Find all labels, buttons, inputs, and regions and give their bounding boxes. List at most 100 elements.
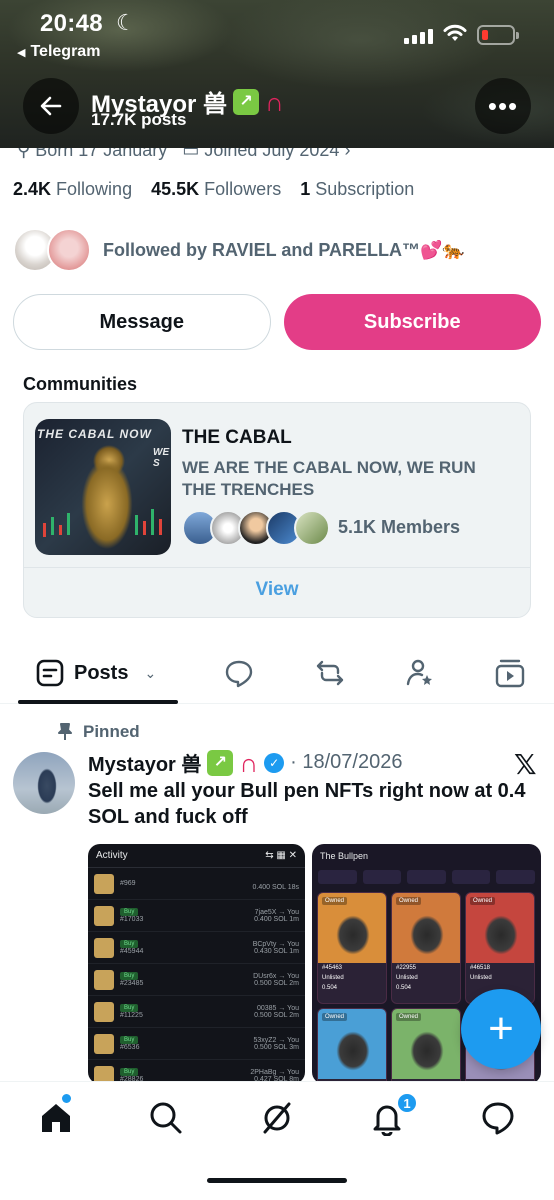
- verified-badge-icon: ✓: [264, 752, 285, 773]
- tweet-author-avatar[interactable]: [13, 752, 75, 814]
- nft-thumbnail: [94, 969, 114, 990]
- grok-icon[interactable]: [259, 1100, 295, 1136]
- activity-row: Buy #6536 53xyZ2 → You 0.500 SOL 3m: [88, 1028, 305, 1060]
- activity-time: 1m: [289, 915, 299, 923]
- nft-card[interactable]: Owned #45463 Unlisted 0.504: [317, 892, 387, 1004]
- tab-replies-icon[interactable]: [224, 658, 254, 688]
- activity-nft-id: #969: [120, 880, 136, 887]
- nft-thumbnail: [94, 937, 114, 958]
- community-card[interactable]: THE CABAL NOW WE S THE CABAL WE ARE THE …: [23, 402, 531, 618]
- buy-tag: Buy: [120, 1036, 139, 1044]
- tab-reposts-icon[interactable]: [315, 658, 345, 688]
- activity-row-right: 00385 → You 0.500 SOL 2m: [254, 1005, 299, 1019]
- activity-user: 2PHaBg → You: [250, 1068, 299, 1076]
- more-options-button[interactable]: •••: [475, 78, 531, 134]
- following-label: Following: [56, 179, 133, 199]
- activity-price: 0.430 SOL: [254, 947, 288, 955]
- card-divider: [24, 567, 530, 568]
- pinned-text: Pinned: [83, 722, 140, 741]
- activity-price: 0.400 SOL: [252, 883, 286, 891]
- header-posts-count: 17.7K posts: [91, 110, 187, 129]
- tab-posts[interactable]: Posts ⌄: [18, 642, 178, 704]
- activity-row-right: BCpVty → You 0.430 SOL 1m: [253, 941, 299, 955]
- activity-list: #969 0.400 SOL 18s Buy #17033 7jae5X → You 0.…: [88, 868, 305, 1084]
- tweet-text: Sell me all your Bull pen NFTs right now…: [88, 780, 526, 828]
- followers-label: Followers: [204, 179, 282, 199]
- notifications-badge: 1: [396, 1092, 418, 1114]
- tweet-author-name[interactable]: Mystayor 兽: [88, 748, 201, 777]
- activity-time: 2m: [289, 979, 299, 987]
- nft-thumbnail: [94, 873, 114, 894]
- home-icon[interactable]: [38, 1100, 74, 1136]
- back-button[interactable]: [23, 78, 79, 134]
- activity-row-right: 53xyZ2 → You 0.500 SOL 3m: [253, 1037, 299, 1051]
- community-image-caption-2: WE S: [153, 447, 170, 469]
- communities-heading: Communities: [23, 374, 138, 394]
- activity-controls: ⇆ ▦ ✕: [265, 850, 297, 861]
- activity-user: BCpVty → You: [252, 940, 299, 948]
- view-community-link[interactable]: View: [24, 579, 530, 601]
- search-icon[interactable]: [148, 1100, 184, 1136]
- activity-row: Buy #17033 7jae5X → You 0.400 SOL 1m: [88, 900, 305, 932]
- activity-row: Buy #45944 BCpVty → You 0.430 SOL 1m: [88, 932, 305, 964]
- chart-emoji-icon: ↗: [207, 749, 234, 776]
- pin-icon: [58, 723, 72, 740]
- subscriptions-link[interactable]: 1 Subscription: [300, 179, 414, 199]
- profile-stats: 2.4K Following 45.5K Followers 1 Subscri…: [13, 179, 414, 200]
- tab-media-icon[interactable]: [495, 658, 525, 688]
- nft-price: 0.504: [322, 985, 338, 991]
- nft-thumbnail: [94, 1033, 114, 1054]
- followers-link[interactable]: 45.5K Followers: [151, 179, 281, 199]
- community-name: THE CABAL: [182, 427, 292, 448]
- nft-card[interactable]: Owned: [391, 1008, 461, 1084]
- home-indicator: [207, 1178, 347, 1183]
- compose-post-button[interactable]: +: [461, 989, 541, 1069]
- nft-status: Unlisted: [470, 975, 492, 981]
- tweet-date[interactable]: · 18/07/2026: [290, 751, 402, 774]
- activity-row-info: Buy #23485: [120, 972, 253, 987]
- nft-card[interactable]: Owned #46518 Unlisted: [465, 892, 535, 1004]
- profile-actions: Message Subscribe: [13, 294, 541, 350]
- activity-nft-id: #11225: [120, 1012, 143, 1019]
- activity-price: 0.500 SOL: [254, 979, 288, 987]
- followed-by-text: Followed by RAVIEL and PARELLA™💕🐅: [103, 239, 465, 260]
- activity-row-info: Buy #11225: [120, 1004, 254, 1019]
- message-button[interactable]: Message: [13, 294, 271, 350]
- battery-icon: [477, 25, 519, 45]
- profile-tabs: Posts ⌄: [0, 642, 554, 704]
- activity-user: 00385 → You: [256, 1004, 299, 1012]
- back-to-app-link[interactable]: ◀ Telegram: [17, 43, 100, 61]
- magnet-emoji-icon: ∩: [265, 86, 284, 117]
- activity-row-right: 0.400 SOL 18s: [253, 877, 299, 891]
- nft-card[interactable]: Owned #22955 Unlisted 0.504: [391, 892, 461, 1004]
- activity-time: 1m: [289, 947, 299, 955]
- buy-tag: Buy: [120, 940, 139, 948]
- activity-title: Activity: [96, 850, 128, 861]
- community-image-caption: THE CABAL NOW: [37, 427, 152, 441]
- followed-by[interactable]: Followed by RAVIEL and PARELLA™💕🐅: [13, 228, 465, 272]
- owned-tag: Owned: [322, 897, 348, 905]
- tab-highlights-icon[interactable]: [405, 658, 435, 688]
- x-logo-icon: 𝕏: [514, 749, 537, 780]
- buy-tag: Buy: [120, 1068, 139, 1076]
- messages-icon[interactable]: [480, 1100, 516, 1136]
- member-avatars: [182, 510, 330, 546]
- more-icon: •••: [487, 90, 519, 121]
- buy-tag: Buy: [120, 908, 139, 916]
- bullpen-title: The Bullpen: [320, 851, 369, 861]
- following-link[interactable]: 2.4K Following: [13, 179, 132, 199]
- subscribe-button[interactable]: Subscribe: [283, 294, 541, 350]
- activity-price: 0.500 SOL: [254, 1011, 288, 1019]
- magnet-emoji-icon: ∩: [239, 747, 259, 778]
- tweet-media-activity[interactable]: Activity ⇆ ▦ ✕ #969 0.400 SOL 18s Buy #1703…: [88, 844, 305, 1084]
- owned-tag: Owned: [396, 1013, 422, 1021]
- nft-card[interactable]: Owned: [317, 1008, 387, 1084]
- activity-nft-id: #23485: [120, 980, 144, 987]
- candlestick-decoration: [43, 509, 162, 537]
- community-description: WE ARE THE CABAL NOW, WE RUN THE TRENCHE…: [182, 458, 476, 499]
- activity-header: Activity ⇆ ▦ ✕: [88, 844, 305, 868]
- activity-row: #969 0.400 SOL 18s: [88, 868, 305, 900]
- activity-row-info: Buy #45944: [120, 940, 253, 955]
- activity-time: 18s: [287, 883, 299, 891]
- activity-user: DUsr6x → You: [253, 972, 299, 980]
